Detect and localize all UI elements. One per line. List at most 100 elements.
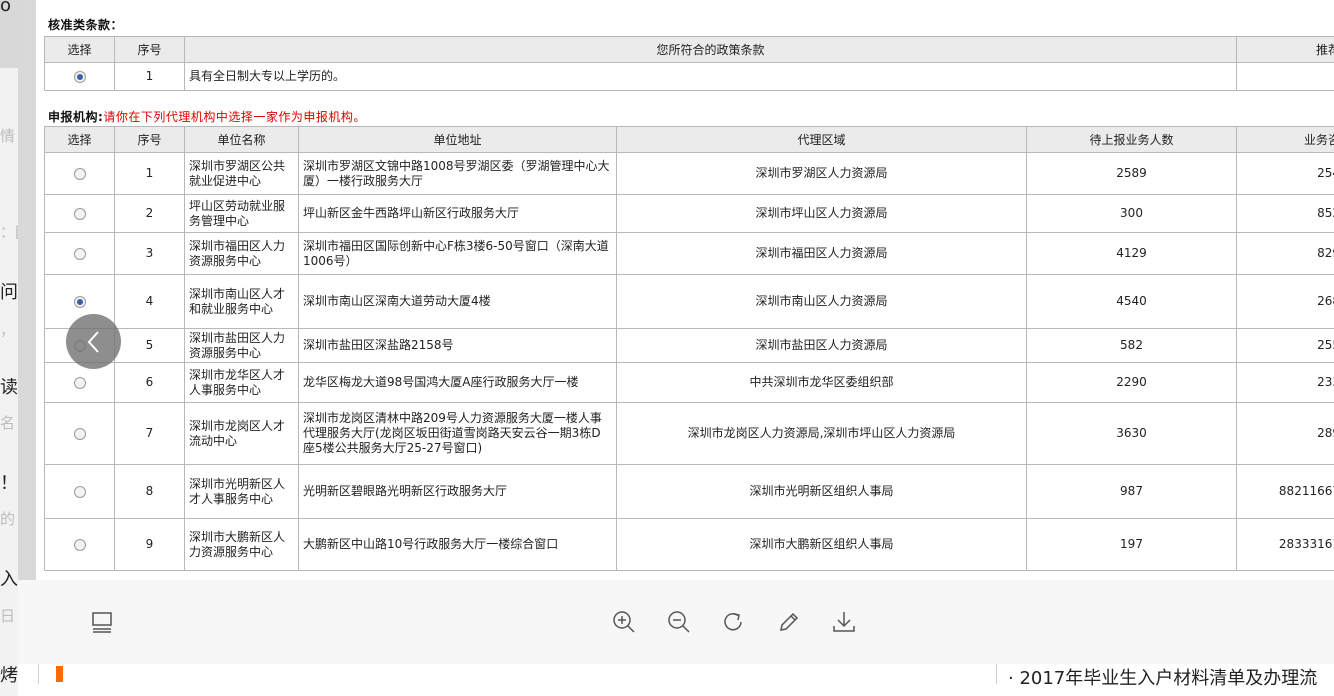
agency-select-radio[interactable] — [73, 295, 86, 308]
background-glyph: ， — [0, 321, 16, 339]
select-cell — [44, 464, 115, 519]
page-bottom-strip: · 2017年毕业生入户材料清单及办理流 — [18, 664, 1334, 696]
agency-select-radio[interactable] — [73, 247, 86, 260]
agency-name: 深圳市大鹏新区人力资源服务中心 — [184, 518, 299, 571]
agency-name: 深圳市龙华区人才人事服务中心 — [184, 362, 299, 403]
agency-table: 选择序号单位名称单位地址代理区域待上报业务人数业务咨 1深圳市罗湖区公共就业促进… — [44, 126, 1334, 571]
row-number: 2 — [114, 194, 185, 233]
table-row: 3 深圳市福田区人力资源服务中心 深圳市福田区国际创新中心F栋3楼6-50号窗口（深… — [44, 232, 1334, 275]
pending-count: 4129 — [1026, 232, 1237, 275]
agency-region: 深圳市盐田区人力资源局 — [616, 328, 1027, 363]
row-number: 1 — [114, 62, 185, 91]
thumbnail-icon — [92, 612, 112, 633]
agency-address: 深圳市盐田区深盐路2158号 — [298, 328, 617, 363]
agency-address: 深圳市龙岗区清林中路209号人力资源服务大厦一楼人事代理服务大厅(龙岗区坂田街道… — [298, 402, 617, 465]
pending-count: 4540 — [1026, 274, 1237, 329]
zoom-out-button[interactable] — [663, 606, 695, 638]
approved-header-cell: 选择 — [44, 36, 115, 63]
table-row: 1 具有全日制大专以上学历的。 — [44, 62, 1334, 91]
agency-name: 深圳市光明新区人才人事服务中心 — [184, 464, 299, 519]
table-row: 8 深圳市光明新区人才人事服务中心 光明新区碧眼路光明新区行政服务大厅 深圳市光明新区… — [44, 464, 1334, 519]
table-row: 6 深圳市龙华区人才人事服务中心 龙华区梅龙大道98号国鸿大厦A座行政服务大厅一楼中… — [44, 362, 1334, 403]
consult-phone: 255 — [1236, 328, 1334, 363]
pending-count: 197 — [1026, 518, 1237, 571]
agency-address: 深圳市罗湖区文锦中路1008号罗湖区委（罗湖管理中心大厦）一楼行政服务大厅 — [298, 152, 617, 195]
consult-phone: 829 — [1236, 232, 1334, 275]
select-cell — [44, 518, 115, 571]
agency-header-cell: 业务咨 — [1236, 126, 1334, 153]
recommend-cell — [1236, 62, 1334, 91]
edit-button[interactable] — [773, 606, 805, 638]
agency-select-radio[interactable] — [73, 538, 86, 551]
select-radio[interactable] — [73, 70, 86, 83]
agency-name: 深圳市盐田区人力资源服务中心 — [184, 328, 299, 363]
agency-header-cell: 选择 — [44, 126, 115, 153]
table-row: 4 深圳市南山区人才和就业服务中心 深圳市南山区深南大道劳动大厦4楼 深圳市南山区人力… — [44, 274, 1334, 329]
agency-name: 深圳市福田区人力资源服务中心 — [184, 232, 299, 275]
thumbnail-button[interactable] — [86, 606, 118, 638]
agency-address: 大鹏新区中山路10号行政服务大厅一楼综合窗口 — [298, 518, 617, 571]
rotate-button[interactable] — [718, 606, 750, 638]
table-row: 1 深圳市罗湖区公共就业促进中心 深圳市罗湖区文锦中路1008号罗湖区委（罗湖管理中… — [44, 152, 1334, 195]
agency-select-radio[interactable] — [73, 427, 86, 440]
background-glyph: ：[ — [0, 223, 18, 241]
agency-name: 深圳市龙岗区人才流动中心 — [184, 402, 299, 465]
pending-count: 300 — [1026, 194, 1237, 233]
consult-phone: 289 — [1236, 402, 1334, 465]
select-cell — [44, 194, 115, 233]
related-article-link[interactable]: · 2017年毕业生入户材料清单及办理流 — [1008, 664, 1317, 690]
background-glyph: 日 — [0, 607, 16, 625]
agency-select-radio[interactable] — [73, 207, 86, 220]
agency-header-cell: 待上报业务人数 — [1026, 126, 1237, 153]
zoom-in-button[interactable] — [608, 606, 640, 638]
approved-clauses-table: 选择序号您所符合的政策条款推荐 1具有全日制大专以上学历的。 — [44, 36, 1334, 91]
agency-region: 深圳市福田区人力资源局 — [616, 232, 1027, 275]
agency-header-cell: 单位名称 — [184, 126, 299, 153]
consult-phone: 852 — [1236, 194, 1334, 233]
select-cell — [44, 152, 115, 195]
agency-hint: 请你在下列代理机构中选择一家作为申报机构。 — [103, 110, 366, 124]
row-number: 8 — [114, 464, 185, 519]
document-image: 核准类条款： 选择序号您所符合的政策条款推荐 1具有全日制大专以上学历的。 申报… — [36, 0, 1334, 580]
consult-phone: 233 — [1236, 362, 1334, 403]
agency-region: 中共深圳市龙华区委组织部 — [616, 362, 1027, 403]
consult-phone: 28333161 — [1236, 518, 1334, 571]
agency-name: 深圳市南山区人才和就业服务中心 — [184, 274, 299, 329]
agency-address: 深圳市福田区国际创新中心F栋3楼6-50号窗口（深南大道1006号） — [298, 232, 617, 275]
agency-address: 深圳市南山区深南大道劳动大厦4楼 — [298, 274, 617, 329]
pending-count: 582 — [1026, 328, 1237, 363]
table-row: 7 深圳市龙岗区人才流动中心 深圳市龙岗区清林中路209号人力资源服务大厦一楼人事代… — [44, 402, 1334, 465]
row-number: 6 — [114, 362, 185, 403]
previous-image-button[interactable] — [66, 314, 121, 369]
agency-select-radio[interactable] — [73, 167, 86, 180]
agency-header-cell: 单位地址 — [298, 126, 617, 153]
pending-count: 987 — [1026, 464, 1237, 519]
pending-count: 3630 — [1026, 402, 1237, 465]
orange-accent-mark — [56, 666, 63, 682]
agency-address: 坪山新区金牛西路坪山新区行政服务大厅 — [298, 194, 617, 233]
agency-select-radio[interactable] — [73, 376, 86, 389]
agency-section-title: 申报机构:请你在下列代理机构中选择一家作为申报机构。 — [48, 110, 366, 124]
table-row: 9 深圳市大鹏新区人力资源服务中心 大鹏新区中山路10号行政服务大厅一楼综合窗口 深圳… — [44, 518, 1334, 571]
agency-region: 深圳市龙岗区人力资源局,深圳市坪山区人力资源局 — [616, 402, 1027, 465]
download-icon — [833, 612, 855, 632]
select-cell — [44, 402, 115, 465]
table-row: 5 深圳市盐田区人力资源服务中心 深圳市盐田区深盐路2158号 深圳市盐田区人力资源局… — [44, 328, 1334, 363]
approved-header-cell: 推荐 — [1236, 36, 1334, 63]
agency-region: 深圳市罗湖区人力资源局 — [616, 152, 1027, 195]
clause-text: 具有全日制大专以上学历的。 — [184, 62, 1237, 91]
background-glyph: 名 — [0, 414, 16, 432]
row-number: 4 — [114, 274, 185, 329]
agency-select-radio[interactable] — [73, 485, 86, 498]
download-button[interactable] — [828, 606, 860, 638]
edit-icon — [780, 612, 799, 631]
zoom-out-icon — [668, 611, 690, 633]
background-glyph: 入 — [0, 570, 18, 590]
chevron-left-icon — [87, 330, 99, 353]
row-number: 5 — [114, 328, 185, 363]
background-glyph: 烤 — [0, 666, 18, 686]
agency-name: 深圳市罗湖区公共就业促进中心 — [184, 152, 299, 195]
agency-region: 深圳市光明新区组织人事局 — [616, 464, 1027, 519]
table-row: 2 坪山区劳动就业服务管理中心 坪山新区金牛西路坪山新区行政服务大厅 深圳市坪山区人力… — [44, 194, 1334, 233]
background-glyph: ！ — [0, 474, 18, 494]
